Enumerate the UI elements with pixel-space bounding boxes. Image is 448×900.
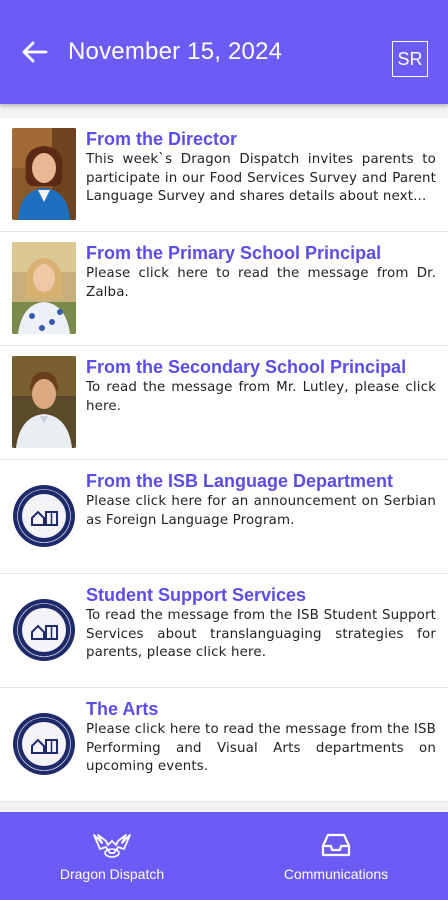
item-description: To read the message from Mr. Lutley, ple… [86,380,436,414]
list-item-secondary-principal[interactable]: From the Secondary School Principal To r… [0,346,448,460]
isb-logo-icon [12,584,76,676]
item-description: Please click here for an announcement on… [86,494,436,528]
item-title: From the Director [86,129,238,149]
nav-communications[interactable]: Communications [224,812,448,900]
list-item-director[interactable]: From the Director This week`s Dragon Dis… [0,118,448,232]
item-text: Student Support Services To read the mes… [86,584,436,679]
back-button[interactable] [20,37,50,67]
app-header: November 15, 2024 SR [0,0,448,104]
app-screen: November 15, 2024 SR From the Director T… [0,0,448,900]
dragon-icon [90,830,134,860]
item-text: From the ISB Language Department Please … [86,470,436,565]
isb-logo-icon [12,698,76,790]
item-text: From the Director This week`s Dragon Dis… [86,128,436,223]
nav-label: Dragon Dispatch [59,866,165,882]
list-item-language-department[interactable]: From the ISB Language Department Please … [0,460,448,574]
item-text: From the Secondary School Principal To r… [86,356,436,451]
bottom-navigation: Dragon Dispatch Communications [0,812,448,900]
arrow-left-icon [22,41,48,63]
inbox-icon [320,830,352,860]
item-text: From the Primary School Principal Please… [86,242,436,337]
item-description: Please click here to read the message fr… [86,266,436,300]
list-item-student-support[interactable]: Student Support Services To read the mes… [0,574,448,688]
item-title: The Arts [86,699,159,719]
item-title: Student Support Services [86,585,307,605]
director-photo [12,128,76,220]
list-item-the-arts[interactable]: The Arts Please click here to read the m… [0,688,448,802]
user-avatar-button[interactable]: SR [392,41,428,77]
primary-principal-photo [12,242,76,334]
nav-label: Communications [283,866,389,882]
item-title: From the Primary School Principal [86,243,382,263]
item-description: This week`s Dragon Dispatch invites pare… [86,152,436,204]
nav-dragon-dispatch[interactable]: Dragon Dispatch [0,812,224,900]
announcement-list: From the Director This week`s Dragon Dis… [0,118,448,802]
isb-logo-icon [12,470,76,562]
item-title: From the Secondary School Principal [86,357,407,377]
secondary-principal-photo [12,356,76,448]
item-title: From the ISB Language Department [86,471,394,491]
item-description: Please click here to read the message fr… [86,722,436,774]
page-title: November 15, 2024 [68,38,283,65]
list-item-primary-principal[interactable]: From the Primary School Principal Please… [0,232,448,346]
item-description: To read the message from the ISB Student… [86,608,436,660]
item-text: The Arts Please click here to read the m… [86,698,436,793]
